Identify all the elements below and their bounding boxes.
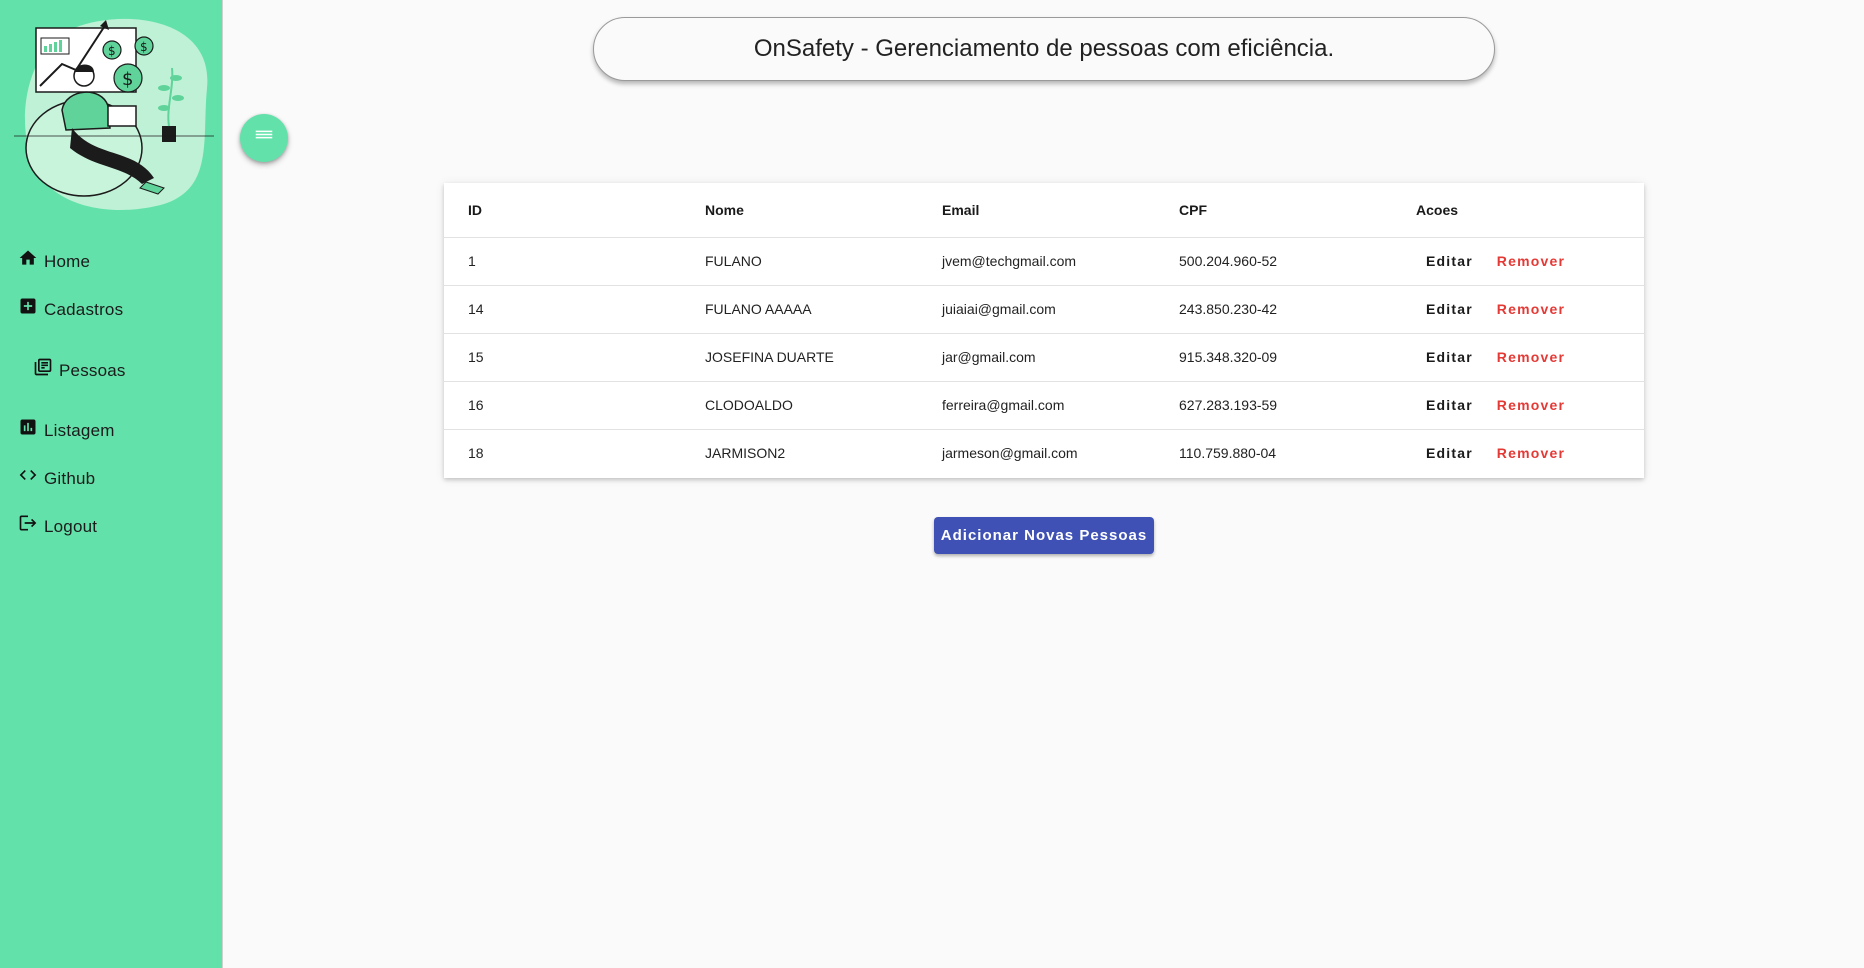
- table-row: 16 CLODOALDO ferreira@gmail.com 627.283.…: [444, 380, 1644, 429]
- remove-button[interactable]: Remover: [1487, 295, 1575, 323]
- cell-nome: FULANO: [681, 236, 918, 285]
- column-header-id: ID: [468, 201, 482, 218]
- cell-nome: FULANO AAAAA: [681, 284, 918, 333]
- cell-id: 14: [444, 284, 681, 333]
- cell-email: jar@gmail.com: [918, 332, 1155, 381]
- cell-email: jvem@techgmail.com: [918, 236, 1155, 285]
- add-people-button[interactable]: Adicionar Novas Pessoas: [934, 517, 1154, 554]
- cell-actions: Editar Remover: [1392, 284, 1644, 333]
- sidebar-item-label: Github: [44, 469, 96, 488]
- sidebar-item-logout[interactable]: Logout: [18, 513, 97, 537]
- svg-text:$: $: [122, 69, 133, 90]
- cell-cpf: 627.283.193-59: [1155, 380, 1392, 429]
- cell-email: jarmeson@gmail.com: [918, 428, 1155, 477]
- sidebar-item-label: Home: [44, 252, 91, 271]
- cell-id: 18: [444, 428, 681, 477]
- table-row: 18 JARMISON2 jarmeson@gmail.com 110.759.…: [444, 428, 1644, 477]
- sidebar-item-home[interactable]: Home: [18, 248, 90, 272]
- sidebar-item-pessoas[interactable]: Pessoas: [33, 357, 126, 381]
- edit-button[interactable]: Editar: [1416, 391, 1483, 419]
- sidebar-item-github[interactable]: Github: [18, 465, 95, 489]
- home-icon: [18, 248, 38, 268]
- cell-cpf: 500.204.960-52: [1155, 236, 1392, 285]
- column-header-cpf: CPF: [1179, 201, 1207, 218]
- edit-button[interactable]: Editar: [1416, 439, 1483, 467]
- sidebar-item-label: Pessoas: [59, 361, 126, 380]
- people-table: ID Nome Email CPF Acoes 1 FULANO jvem@te…: [444, 183, 1644, 478]
- cell-cpf: 243.850.230-42: [1155, 284, 1392, 333]
- cell-actions: Editar Remover: [1392, 332, 1644, 381]
- column-header-nome: Nome: [705, 201, 744, 218]
- table-row: 15 JOSEFINA DUARTE jar@gmail.com 915.348…: [444, 332, 1644, 381]
- cell-id: 1: [444, 236, 681, 285]
- cell-actions: Editar Remover: [1392, 380, 1644, 429]
- cell-cpf: 915.348.320-09: [1155, 332, 1392, 381]
- cell-actions: Editar Remover: [1392, 236, 1644, 285]
- cell-nome: CLODOALDO: [681, 380, 918, 429]
- sidebar-item-label: Listagem: [44, 421, 115, 440]
- edit-button[interactable]: Editar: [1416, 247, 1483, 275]
- sidebar-item-cadastros[interactable]: Cadastros: [18, 296, 123, 320]
- page-title: OnSafety - Gerenciamento de pessoas com …: [593, 17, 1495, 81]
- logout-icon: [18, 513, 38, 533]
- svg-text:$: $: [108, 44, 116, 58]
- cell-actions: Editar Remover: [1392, 428, 1644, 477]
- menu-icon: [253, 125, 275, 152]
- table-row: 1 FULANO jvem@techgmail.com 500.204.960-…: [444, 236, 1644, 285]
- cell-email: juiaiai@gmail.com: [918, 284, 1155, 333]
- column-header-email: Email: [942, 201, 980, 218]
- cell-nome: JOSEFINA DUARTE: [681, 332, 918, 381]
- chart-icon: [18, 417, 38, 437]
- add-box-icon: [18, 296, 38, 316]
- edit-button[interactable]: Editar: [1416, 295, 1483, 323]
- cell-nome: JARMISON2: [681, 428, 918, 477]
- edit-button[interactable]: Editar: [1416, 343, 1483, 371]
- remove-button[interactable]: Remover: [1487, 391, 1575, 419]
- logo-illustration: $ $ $: [14, 18, 214, 210]
- remove-button[interactable]: Remover: [1487, 247, 1575, 275]
- column-header-acoes: Acoes: [1416, 201, 1459, 218]
- sidebar-item-listagem[interactable]: Listagem: [18, 417, 115, 441]
- table-row: 14 FULANO AAAAA juiaiai@gmail.com 243.85…: [444, 284, 1644, 333]
- remove-button[interactable]: Remover: [1487, 343, 1575, 371]
- table-header-row: ID Nome Email CPF Acoes: [444, 183, 1644, 237]
- svg-text:$: $: [140, 40, 148, 54]
- cell-email: ferreira@gmail.com: [918, 380, 1155, 429]
- code-icon: [18, 465, 38, 485]
- sidebar-item-label: Cadastros: [44, 300, 124, 319]
- cell-id: 15: [444, 332, 681, 381]
- remove-button[interactable]: Remover: [1487, 439, 1575, 467]
- menu-toggle-button[interactable]: [240, 114, 288, 162]
- sidebar-item-label: Logout: [44, 517, 98, 536]
- cell-id: 16: [444, 380, 681, 429]
- cell-cpf: 110.759.880-04: [1155, 428, 1392, 477]
- library-icon: [33, 357, 53, 377]
- sidebar: $ $ $ Home Cadastros Pessoas Listagem Gi…: [0, 0, 223, 968]
